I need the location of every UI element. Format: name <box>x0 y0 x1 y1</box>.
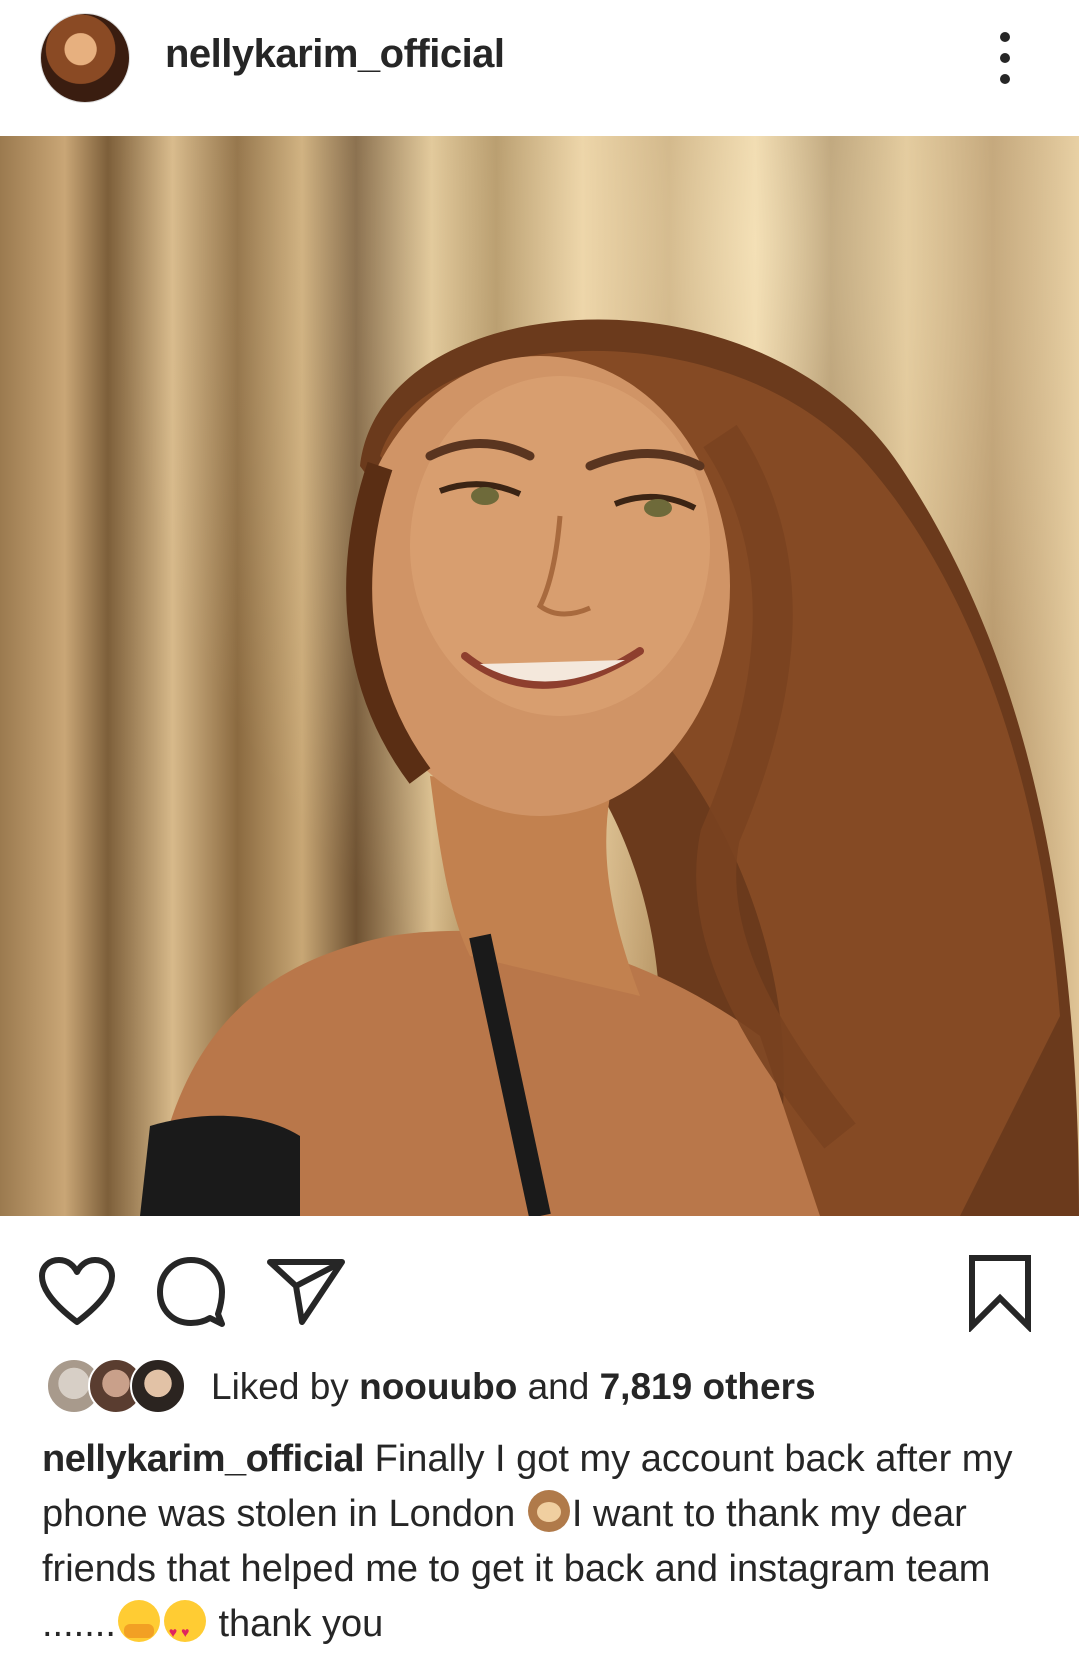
hugging-face-icon <box>117 1600 160 1642</box>
post-header: nellykarim_official <box>0 0 1079 134</box>
caption-username[interactable]: nellykarim_official <box>42 1438 365 1480</box>
post-photo[interactable] <box>0 136 1079 1216</box>
portrait-illustration <box>140 319 1079 1216</box>
paper-plane-icon[interactable] <box>266 1256 346 1328</box>
more-options-button[interactable] <box>985 32 1025 84</box>
bookmark-outline-icon[interactable] <box>968 1254 1032 1332</box>
liker-username[interactable]: noouubo <box>359 1366 517 1407</box>
post-actions <box>0 1216 1079 1336</box>
see-no-evil-monkey-icon <box>527 1490 570 1532</box>
liker-avatars <box>46 1358 196 1414</box>
more-vertical-icon <box>1000 32 1010 42</box>
profile-avatar[interactable] <box>40 13 130 103</box>
likes-row[interactable]: Liked by noouubo and 7,819 others <box>46 1358 1046 1418</box>
likes-and: and <box>517 1366 600 1407</box>
heart-outline-icon[interactable] <box>38 1256 116 1328</box>
liker-avatar <box>130 1358 186 1414</box>
likes-prefix: Liked by <box>211 1366 360 1407</box>
post-username[interactable]: nellykarim_official <box>165 32 505 77</box>
caption-text-3: thank you <box>207 1603 384 1645</box>
comment-bubble-icon[interactable] <box>156 1256 226 1328</box>
more-dot <box>1000 53 1010 63</box>
post-caption: nellykarim_official Finally I got my acc… <box>42 1432 1042 1660</box>
likes-summary: Liked by noouubo and 7,819 others <box>211 1366 816 1408</box>
heart-eyes-icon <box>163 1600 206 1660</box>
more-dot <box>1000 74 1010 84</box>
likes-count[interactable]: 7,819 others <box>600 1366 816 1407</box>
